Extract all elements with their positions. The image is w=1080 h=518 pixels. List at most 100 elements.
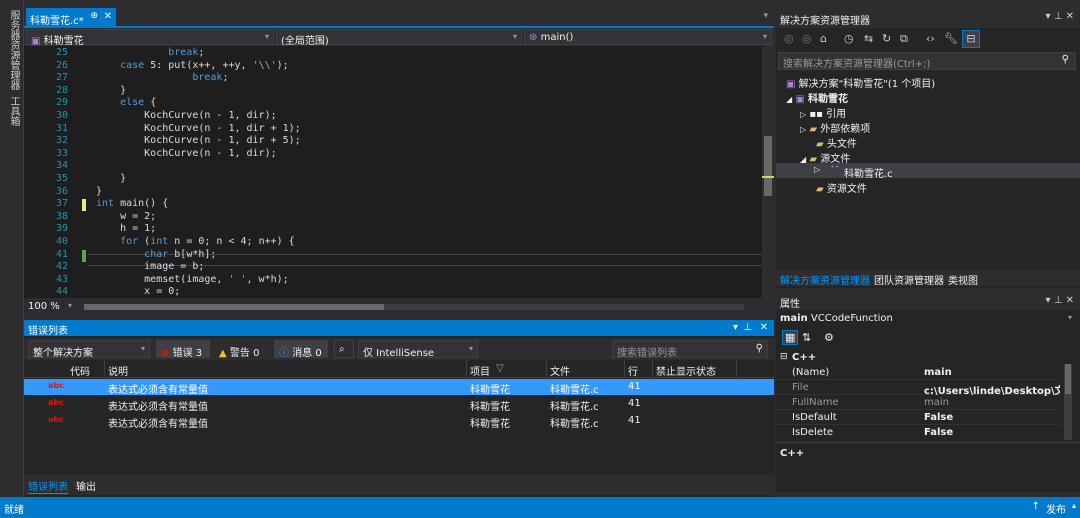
- table-row[interactable]: abc 表达式必须含有常量值 科勒雪花 科勒雪花.c 41: [24, 379, 774, 396]
- history-icon[interactable]: ◷: [844, 32, 854, 45]
- property-row[interactable]: IsDefault False: [776, 410, 1060, 425]
- property-name: (Name): [792, 367, 830, 378]
- back-icon[interactable]: ◎: [784, 32, 794, 45]
- close-icon[interactable]: ✕: [1066, 11, 1074, 22]
- wrench-icon[interactable]: 🔧︎: [944, 32, 958, 45]
- property-row[interactable]: File c:\Users\linde\Desktop\文件: [776, 380, 1060, 397]
- code-editor[interactable]: 25 26 27 28 29 30 31 32 33 34 35 36 37 38 39 40 41 42 43 44…: [24, 46, 762, 298]
- zoom-level[interactable]: 100 %: [28, 301, 60, 312]
- sync-icon[interactable]: ⇆: [864, 32, 873, 45]
- line-number: 39: [55, 223, 68, 235]
- chevron-down-icon[interactable]: ▾: [68, 301, 72, 310]
- error-code-icon: abc: [48, 381, 64, 390]
- code-view-icon[interactable]: ‹›: [926, 32, 935, 45]
- collapse-icon[interactable]: ⧉: [900, 32, 908, 46]
- messages-filter-button[interactable]: ⓘ 消息 0: [274, 340, 328, 359]
- property-name: IsDefault: [792, 412, 837, 423]
- toolbox-tab[interactable]: 工具箱: [6, 96, 21, 126]
- header-code[interactable]: 代码: [70, 363, 90, 378]
- intellisense-filter-select[interactable]: 仅 IntelliSense ▾: [358, 340, 478, 359]
- errors-filter-button[interactable]: ⊗ 错误 3: [156, 340, 210, 359]
- forward-icon[interactable]: ◎: [802, 32, 812, 45]
- solution-search-input[interactable]: 搜索解决方案资源管理器(Ctrl+;) ⚲: [778, 52, 1076, 70]
- tab-class-view[interactable]: 类视图: [948, 272, 978, 287]
- project-icon: ▣: [795, 94, 805, 105]
- table-row[interactable]: abc 表达式必须含有常量值 科勒雪花 科勒雪花.c 41: [24, 413, 774, 430]
- pin-icon[interactable]: ⊥: [1054, 11, 1063, 22]
- references-icon: ▪▪: [809, 109, 823, 120]
- error-list-title: 错误列表: [28, 326, 68, 337]
- property-value: False: [924, 427, 954, 438]
- header-project[interactable]: 项目: [470, 363, 490, 378]
- project-dropdown[interactable]: ▣ 科勒雪花 ▾: [26, 29, 274, 47]
- close-icon[interactable]: ✕: [1066, 295, 1074, 306]
- document-tab[interactable]: 科勒雪花.c* ⊕ ✕: [26, 8, 116, 28]
- tree-item-resource-files[interactable]: ▰ 资源文件: [816, 180, 867, 195]
- tree-item-solution[interactable]: ▣ 解决方案"科勒雪花"(1 个项目): [786, 75, 935, 90]
- object-selector[interactable]: main VCCodeFunction ▾: [780, 313, 1076, 327]
- tree-item-external-deps[interactable]: ▷ ▰ 外部依赖项: [800, 120, 870, 135]
- collapse-arrow-icon[interactable]: ▷: [800, 110, 806, 119]
- pin-icon[interactable]: ⊥: [1054, 295, 1063, 306]
- error-panel-tabs: 错误列表 输出: [24, 475, 774, 495]
- tree-item-project[interactable]: ◢ ▣ 科勒雪花: [786, 90, 848, 105]
- header-line[interactable]: 行: [628, 363, 638, 378]
- chevron-down-icon[interactable]: ▾: [1045, 11, 1050, 22]
- refresh-icon[interactable]: ↻: [882, 32, 891, 45]
- scope-dropdown[interactable]: (全局范围) ▾: [276, 29, 522, 47]
- pin-icon[interactable]: ⊥: [743, 322, 752, 333]
- scrollbar-thumb[interactable]: [764, 136, 772, 196]
- collapse-arrow-icon[interactable]: ▷: [814, 165, 820, 174]
- wrench-icon[interactable]: ⚙: [824, 331, 834, 344]
- scope-select[interactable]: 整个解决方案 ▾: [28, 340, 150, 359]
- tab-output[interactable]: 输出: [76, 478, 96, 493]
- categorized-icon[interactable]: ▦: [782, 330, 799, 345]
- property-row[interactable]: IsDelete False: [776, 425, 1060, 440]
- tab-team-explorer[interactable]: 团队资源管理器: [874, 272, 944, 287]
- scope-select-label: 整个解决方案: [33, 348, 93, 359]
- header-suppress[interactable]: 禁止显示状态: [656, 363, 716, 378]
- collapse-arrow-icon[interactable]: ▷: [800, 125, 806, 134]
- scrollbar-thumb[interactable]: [1065, 364, 1071, 394]
- close-icon[interactable]: ✕: [104, 11, 112, 22]
- property-scrollbar[interactable]: [1064, 364, 1072, 440]
- property-row[interactable]: (Name) main: [776, 365, 1060, 380]
- left-dock-strip: 服务器资源管理器 工具箱: [0, 0, 24, 497]
- row-file: 科勒雪花.c: [550, 402, 599, 413]
- tree-item-references[interactable]: ▷ ▪▪ 引用: [800, 105, 846, 120]
- header-file[interactable]: 文件: [550, 363, 570, 378]
- server-explorer-tab[interactable]: 服务器资源管理器: [6, 10, 21, 90]
- row-desc: 表达式必须含有常量值: [108, 402, 208, 413]
- close-icon[interactable]: ✕: [760, 322, 768, 333]
- chevron-up-icon[interactable]: ▴: [1072, 501, 1076, 510]
- preview-icon[interactable]: ⊟: [962, 30, 980, 48]
- header-desc[interactable]: 说明: [108, 363, 128, 378]
- line-number: 31: [55, 122, 68, 134]
- table-row[interactable]: abc 表达式必须含有常量值 科勒雪花 科勒雪花.c 41: [24, 396, 774, 413]
- property-category[interactable]: ⊟ C++: [776, 350, 1060, 365]
- chevron-down-icon[interactable]: ▾: [1045, 295, 1050, 306]
- pin-icon[interactable]: ⊕: [90, 11, 98, 21]
- horizontal-scrollbar[interactable]: [84, 304, 744, 310]
- warnings-filter-button[interactable]: ▲ 警告 0: [214, 340, 268, 359]
- editor-scrollbar[interactable]: [762, 46, 774, 298]
- error-search-input[interactable]: 搜索错误列表 ⚲: [612, 340, 768, 359]
- tab-dropdown-icon[interactable]: ▾: [763, 11, 768, 21]
- tree-item-source-file[interactable]: ▷ ⁺⁺ 科勒雪花.c: [776, 163, 1080, 180]
- expand-icon[interactable]: ◢: [786, 95, 792, 104]
- tree-item-header-files[interactable]: ▰ 头文件: [816, 135, 857, 150]
- publish-button[interactable]: 发布: [1046, 501, 1066, 516]
- tab-error-list[interactable]: 错误列表: [28, 478, 68, 494]
- function-dropdown[interactable]: ⊛ main() ▾: [524, 29, 772, 45]
- solution-explorer-title-bar: 解决方案资源管理器 ▾ ⊥ ✕: [776, 8, 1080, 28]
- code-line: KochCurve(n - 1, dir);: [96, 147, 277, 159]
- alphabetical-icon[interactable]: ⇅: [802, 331, 811, 344]
- home-icon[interactable]: ⌂: [820, 32, 827, 45]
- tab-solution-explorer[interactable]: 解决方案资源管理器: [780, 272, 870, 287]
- collapse-icon[interactable]: ⊟: [780, 352, 788, 362]
- line-number-gutter: 25 26 27 28 29 30 31 32 33 34 35 36 37 38 39 40 41 42 43 44: [24, 46, 70, 298]
- property-row[interactable]: FullName main: [776, 395, 1060, 410]
- filter-icon[interactable]: ⌕: [334, 340, 354, 358]
- scrollbar-thumb[interactable]: [84, 304, 384, 310]
- chevron-down-icon[interactable]: ▾: [733, 322, 738, 333]
